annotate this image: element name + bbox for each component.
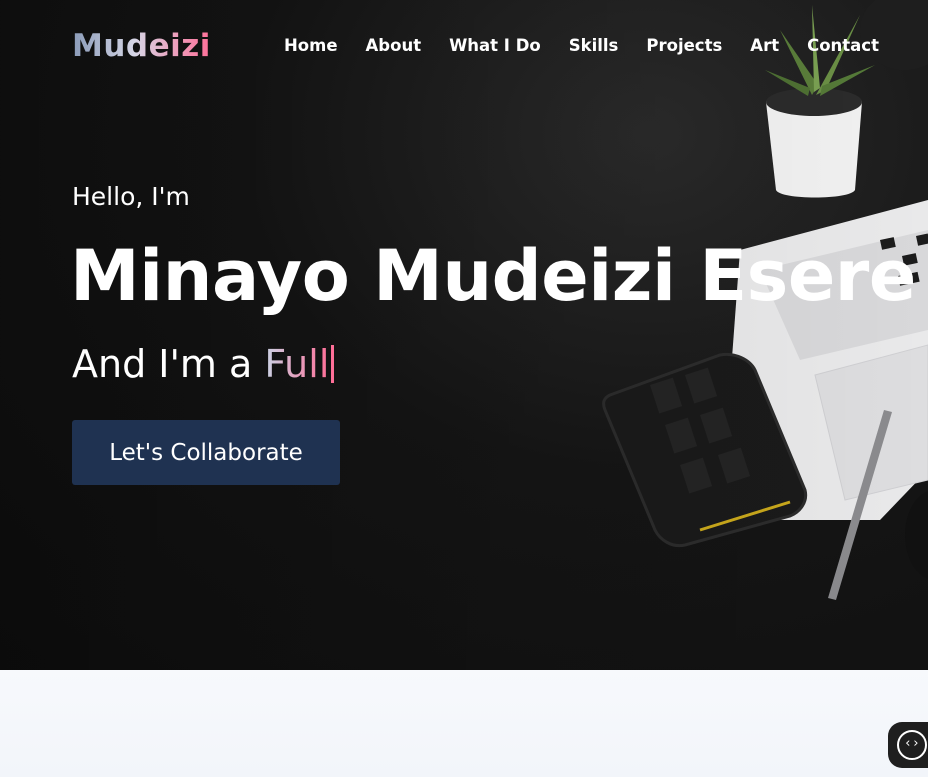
hero-role-typed: Full xyxy=(264,342,330,386)
nav-projects[interactable]: Projects xyxy=(646,36,722,55)
hero-background-image xyxy=(602,0,928,600)
typing-cursor xyxy=(331,345,335,383)
top-navbar: Mudeizi Home About What I Do Skills Proj… xyxy=(0,0,928,96)
hero-greeting: Hello, I'm xyxy=(72,182,190,211)
site-logo[interactable]: Mudeizi xyxy=(72,28,211,64)
nav-skills[interactable]: Skills xyxy=(569,36,619,55)
nav-contact[interactable]: Contact xyxy=(807,36,879,55)
hero-role-line: And I'm a Full xyxy=(72,342,335,386)
hero-name: Minayo Mudeizi Esere xyxy=(70,235,916,317)
nav-what-i-do[interactable]: What I Do xyxy=(449,36,541,55)
collaborate-button[interactable]: Let's Collaborate xyxy=(72,420,340,485)
nav-art[interactable]: Art xyxy=(750,36,779,55)
code-search-button[interactable]: ‹› xyxy=(888,722,928,768)
next-section xyxy=(0,670,928,777)
hero-role-prefix: And I'm a xyxy=(72,342,265,386)
nav-about[interactable]: About xyxy=(366,36,422,55)
nav-home[interactable]: Home xyxy=(284,36,338,55)
hero-section: Mudeizi Home About What I Do Skills Proj… xyxy=(0,0,928,670)
nav-menu: Home About What I Do Skills Projects Art… xyxy=(284,36,879,55)
code-search-icon: ‹› xyxy=(897,730,927,760)
